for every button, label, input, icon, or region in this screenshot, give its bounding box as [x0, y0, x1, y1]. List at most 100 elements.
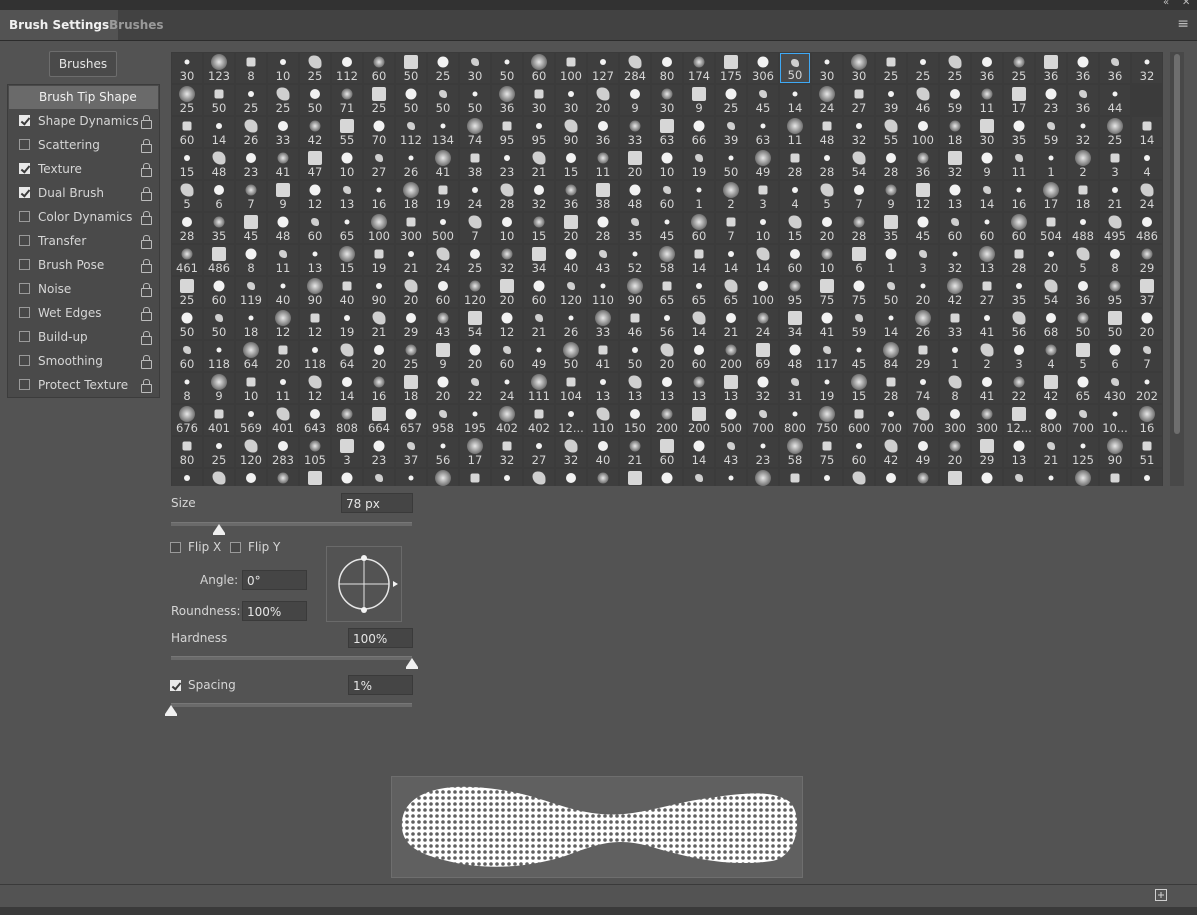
brush-tip[interactable]	[204, 469, 234, 486]
brush-tip[interactable]: 44	[1100, 85, 1130, 115]
brush-tip[interactable]: 486	[204, 245, 234, 275]
brush-tip[interactable]: 12...	[1004, 405, 1034, 435]
brush-tip[interactable]: 43	[588, 245, 618, 275]
brush-tip[interactable]	[492, 469, 522, 486]
brush-tip[interactable]	[1100, 469, 1130, 486]
sidebar-checkbox[interactable]	[19, 355, 30, 366]
brush-tip[interactable]: 35	[1004, 277, 1034, 307]
brush-tip[interactable]: 32	[1068, 117, 1098, 147]
brush-tip[interactable]: 28	[844, 213, 874, 243]
brush-tip[interactable]	[652, 469, 682, 486]
brush-tip[interactable]: 21	[1100, 181, 1130, 211]
brush-tip[interactable]: 27	[972, 277, 1002, 307]
brush-tip[interactable]: 50	[428, 85, 458, 115]
brush-tip[interactable]: 20	[588, 85, 618, 115]
brush-tip[interactable]: 35	[876, 213, 906, 243]
brush-tip[interactable]: 32	[1132, 53, 1162, 83]
brush-tip[interactable]	[588, 469, 618, 486]
brush-tip[interactable]: 25	[716, 85, 746, 115]
brush-tip[interactable]: 14	[684, 437, 714, 467]
brush-tip[interactable]: 15	[332, 245, 362, 275]
brush-tip[interactable]: 402	[492, 405, 522, 435]
brush-tip[interactable]: 28	[588, 213, 618, 243]
brush-tip[interactable]: 48	[780, 341, 810, 371]
brush-tip[interactable]: 20	[620, 149, 650, 179]
brush-tip[interactable]: 37	[1132, 277, 1162, 307]
brush-tip[interactable]: 38	[588, 181, 618, 211]
brush-tip[interactable]: 1	[1036, 149, 1066, 179]
brush-tip[interactable]: 12	[268, 309, 298, 339]
brush-tip[interactable]: 28	[172, 213, 202, 243]
brush-tip[interactable]: 45	[236, 213, 266, 243]
brush-tip[interactable]: 3	[1004, 341, 1034, 371]
brush-tip[interactable]: 54	[1036, 277, 1066, 307]
brush-tip[interactable]: 50	[460, 85, 490, 115]
brush-tip[interactable]: 46	[908, 85, 938, 115]
brush-tip[interactable]: 45	[844, 341, 874, 371]
brush-tip[interactable]: 95	[1100, 277, 1130, 307]
brush-tip[interactable]: 21	[1036, 437, 1066, 467]
lock-icon[interactable]	[141, 211, 152, 225]
brush-tip[interactable]: 100	[748, 277, 778, 307]
brush-tip[interactable]: 110	[588, 277, 618, 307]
sidebar-checkbox[interactable]	[19, 379, 30, 390]
brush-tip[interactable]: 26	[556, 309, 586, 339]
brush-tip[interactable]: 430	[1100, 373, 1130, 403]
brush-tip[interactable]: 10	[812, 245, 842, 275]
brush-tip[interactable]: 24	[812, 85, 842, 115]
brush-tip[interactable]: 17	[1004, 85, 1034, 115]
brush-tip[interactable]: 13	[588, 373, 618, 403]
brush-tip[interactable]: 20	[268, 341, 298, 371]
brush-tip[interactable]: 9	[204, 373, 234, 403]
brush-tip[interactable]: 60	[972, 213, 1002, 243]
brush-tip[interactable]: 25	[236, 85, 266, 115]
brush-tip[interactable]: 33	[940, 309, 970, 339]
brush-tip[interactable]: 27	[524, 437, 554, 467]
brush-tip[interactable]: 3	[1100, 149, 1130, 179]
brush-tip[interactable]: 25	[172, 277, 202, 307]
brush-tip[interactable]: 39	[876, 85, 906, 115]
brush-tip[interactable]: 29	[396, 309, 426, 339]
brush-tip[interactable]: 55	[332, 117, 362, 147]
brush-tip[interactable]: 51	[1132, 437, 1162, 467]
brush-tip[interactable]: 50	[396, 53, 426, 83]
brush-tip[interactable]: 100	[908, 117, 938, 147]
lock-icon[interactable]	[141, 379, 152, 393]
lock-icon[interactable]	[141, 235, 152, 249]
brush-tip[interactable]: 23	[236, 149, 266, 179]
brush-tip[interactable]: 29	[972, 437, 1002, 467]
brush-tip[interactable]: 20	[812, 213, 842, 243]
brush-tip[interactable]	[364, 469, 394, 486]
brush-tip[interactable]: 40	[556, 245, 586, 275]
hardness-slider-handle[interactable]	[406, 658, 418, 669]
brush-tip[interactable]: 40	[332, 277, 362, 307]
brush-tip[interactable]	[780, 469, 810, 486]
brush-tip[interactable]: 14	[748, 245, 778, 275]
sidebar-checkbox[interactable]	[19, 139, 30, 150]
spacing-slider-track[interactable]	[171, 703, 412, 707]
lock-icon[interactable]	[141, 283, 152, 297]
brush-tip[interactable]: 59	[1036, 117, 1066, 147]
brush-tip[interactable]: 29	[1132, 245, 1162, 275]
spacing-field[interactable]: 1%	[348, 675, 413, 695]
brush-tip[interactable]: 30	[652, 85, 682, 115]
brush-tip[interactable]: 65	[1068, 373, 1098, 403]
brush-tip[interactable]: 643	[300, 405, 330, 435]
brush-tip[interactable]: 112	[332, 53, 362, 83]
brush-tip[interactable]: 26	[908, 309, 938, 339]
brush-tip[interactable]: 125	[1068, 437, 1098, 467]
brush-tip[interactable]: 110	[588, 405, 618, 435]
brush-tip[interactable]: 90	[556, 117, 586, 147]
brush-tip[interactable]: 17	[460, 437, 490, 467]
brush-tip[interactable]: 2	[972, 341, 1002, 371]
brush-tip[interactable]: 19	[364, 245, 394, 275]
brush-tip[interactable]: 306	[748, 53, 778, 83]
brush-tip[interactable]: 127	[588, 53, 618, 83]
brush-tip[interactable]: 25	[940, 53, 970, 83]
brush-tip[interactable]: 33	[268, 117, 298, 147]
brush-tip[interactable]: 21	[716, 309, 746, 339]
brush-tip[interactable]: 90	[364, 277, 394, 307]
brush-tip[interactable]	[524, 469, 554, 486]
brush-tip[interactable]: 56	[428, 437, 458, 467]
brush-tip[interactable]: 15	[524, 213, 554, 243]
